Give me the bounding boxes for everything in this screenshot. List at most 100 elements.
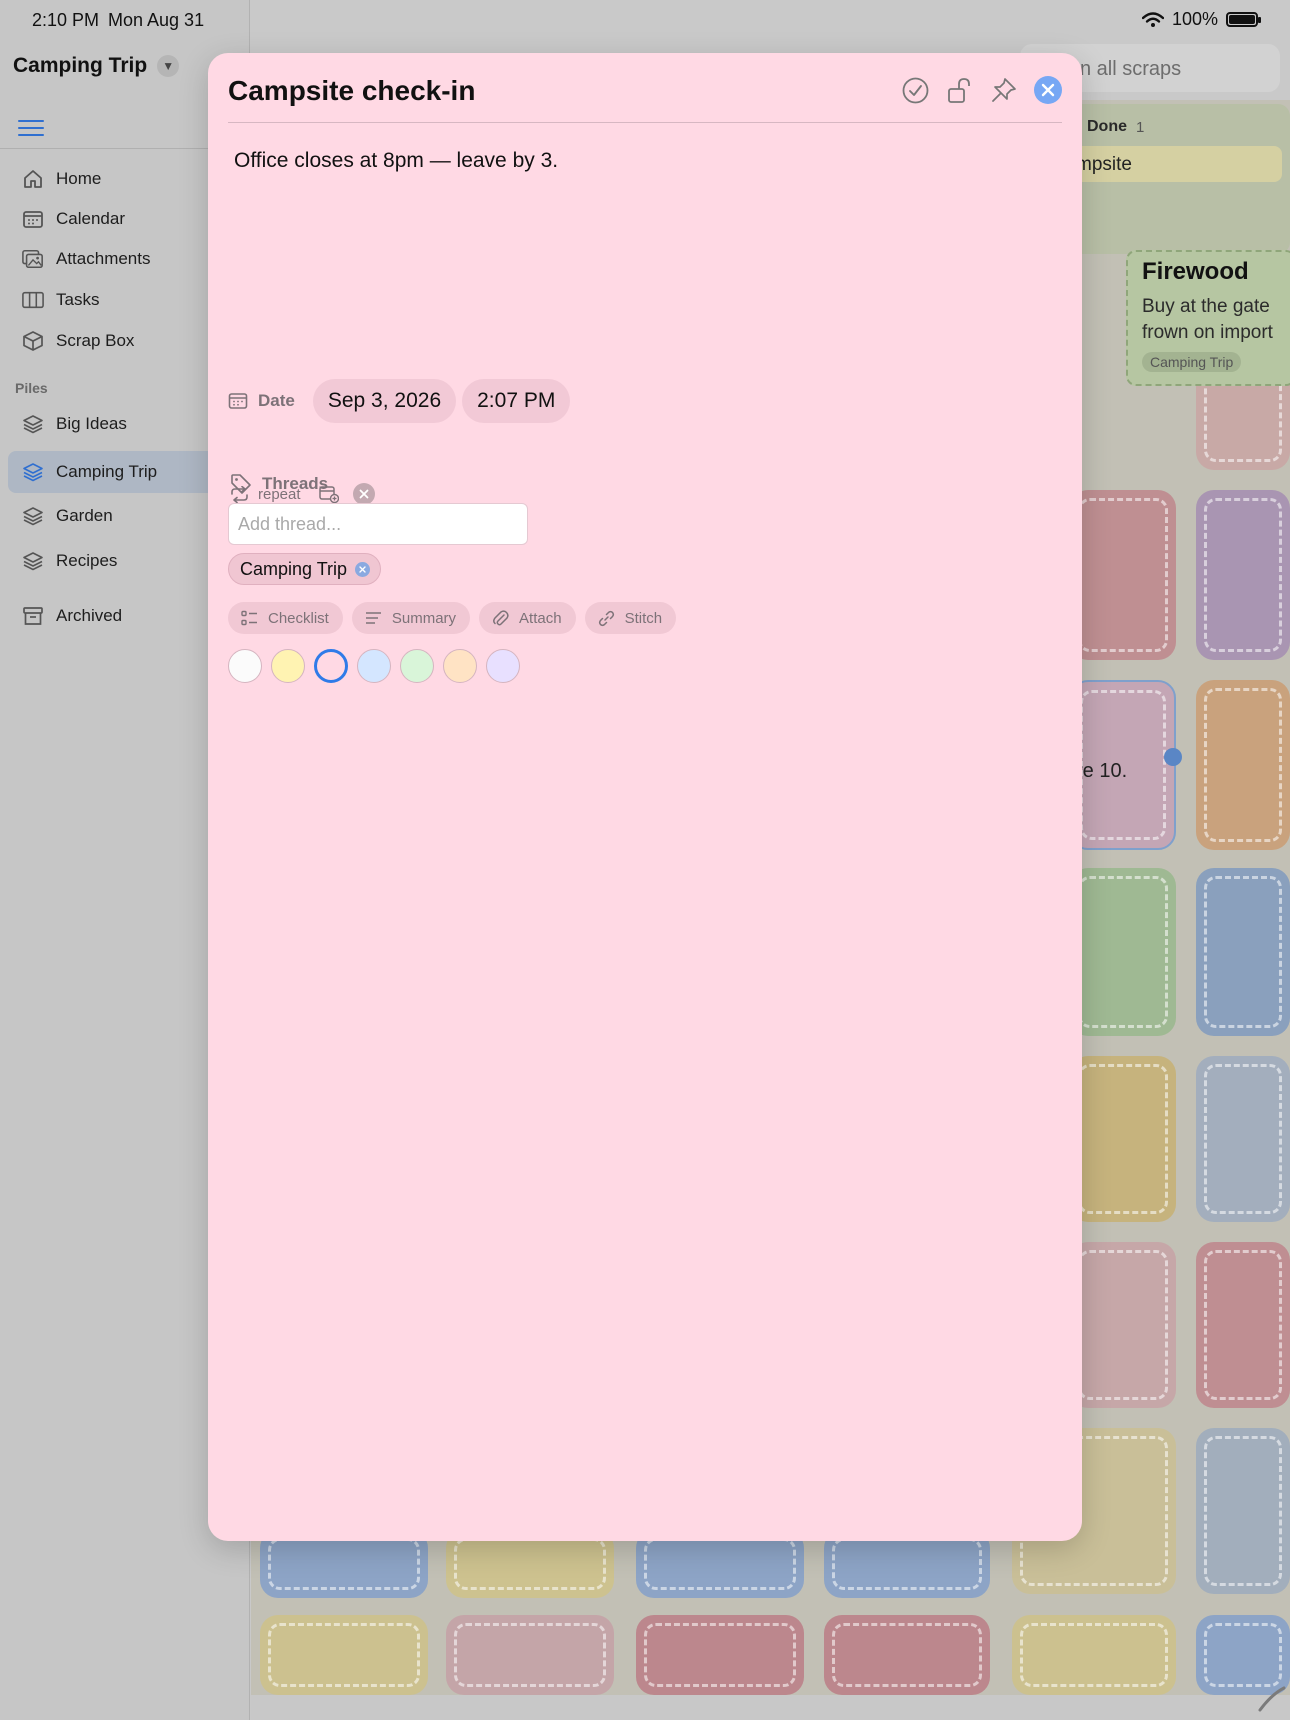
box-icon xyxy=(22,330,44,352)
color-swatch[interactable] xyxy=(486,649,520,683)
color-swatches xyxy=(228,649,520,683)
firewood-thread-tag: Camping Trip xyxy=(1142,352,1242,372)
checklist-button[interactable]: Checklist xyxy=(228,602,343,634)
unlock-icon xyxy=(948,77,970,103)
firewood-line-1: Buy at the gate xyxy=(1142,296,1270,317)
calendar-icon xyxy=(228,393,248,409)
scrap-body-text[interactable]: Office closes at 8pm — leave by 3. xyxy=(234,149,558,173)
scrap-tile[interactable] xyxy=(1196,1428,1290,1594)
sidebar-item-label: Garden xyxy=(56,506,113,525)
scrap-tile[interactable] xyxy=(636,1615,804,1695)
threads-header: Threads xyxy=(230,473,328,495)
done-column-title: Done xyxy=(1087,118,1127,135)
paperclip-icon xyxy=(493,609,509,625)
stitch-button[interactable]: Stitch xyxy=(584,602,677,634)
scrap-tile[interactable] xyxy=(1070,490,1176,660)
color-swatch[interactable] xyxy=(357,649,391,683)
scrap-tile[interactable] xyxy=(1196,1242,1290,1408)
battery-percent: 100% xyxy=(1171,9,1218,29)
status-date: Mon Aug 31 xyxy=(108,10,205,30)
scrap-tile[interactable] xyxy=(1196,1615,1290,1695)
pile-switcher[interactable]: Camping Trip ▼ xyxy=(13,54,180,78)
checklist-label: Checklist xyxy=(268,609,329,627)
pin-button[interactable] xyxy=(990,77,1017,104)
scrap-tile[interactable] xyxy=(824,1615,990,1695)
resize-handle[interactable] xyxy=(1164,748,1182,766)
photos-icon xyxy=(22,248,44,270)
header-divider xyxy=(228,122,1062,123)
checkmark-circle-icon xyxy=(902,77,929,103)
modal-header-actions xyxy=(902,76,1062,104)
firewood-card-body: Buy at the gate frown on import xyxy=(1142,294,1280,346)
scrap-tile[interactable] xyxy=(1012,1615,1176,1695)
status-indicators: 100% xyxy=(1141,9,1261,30)
scrap-title[interactable]: Campsite check-in xyxy=(228,75,475,107)
threads-label: Threads xyxy=(262,474,329,493)
close-icon xyxy=(359,489,368,499)
summary-label: Summary xyxy=(391,609,457,627)
scrap-tile[interactable] xyxy=(1196,680,1290,850)
scrap-tile[interactable] xyxy=(446,1615,614,1695)
color-swatch[interactable] xyxy=(443,649,477,683)
sidebar-item-label: Big Ideas xyxy=(56,414,127,433)
scrap-tile[interactable] xyxy=(1070,1242,1176,1408)
done-column-count: 1 xyxy=(1136,119,1145,136)
sidebar-item-label: Tasks xyxy=(56,290,100,309)
scrap-tile[interactable] xyxy=(1196,490,1290,660)
search-field-text: n all scraps xyxy=(1080,58,1182,80)
date-label: Date xyxy=(258,391,295,410)
close-icon xyxy=(359,565,366,573)
thread-chip-label: Camping Trip xyxy=(240,558,348,579)
color-swatch[interactable] xyxy=(228,649,262,683)
piles-section-header: Piles xyxy=(15,380,48,396)
date-row: Date Sep 3, 2026 2:07 PM xyxy=(228,379,576,423)
date-picker[interactable]: Sep 3, 2026 xyxy=(312,379,457,423)
scrap-tile[interactable] xyxy=(1196,1056,1290,1222)
text-lines-icon xyxy=(365,611,381,624)
sidebar-item-label: Attachments xyxy=(56,249,151,268)
sidebar-item-label: Recipes xyxy=(56,551,118,570)
sidebar-toggle-icon[interactable] xyxy=(18,120,44,136)
archive-box-icon xyxy=(22,605,44,627)
pencil-icon[interactable] xyxy=(1256,1684,1286,1714)
stitch-label: Stitch xyxy=(624,609,663,627)
color-swatch[interactable] xyxy=(314,649,348,683)
scrap-tile[interactable] xyxy=(260,1615,428,1695)
attach-button[interactable]: Attach xyxy=(479,602,576,634)
tools-row: Checklist Summary Attach Stitch xyxy=(228,602,677,634)
done-card[interactable]: mpsite xyxy=(1072,146,1282,182)
time-picker[interactable]: 2:07 PM xyxy=(462,379,571,423)
clear-date-button[interactable] xyxy=(352,483,375,505)
scrap-tile[interactable] xyxy=(1196,868,1290,1036)
tag-icon xyxy=(231,474,251,494)
stack-icon xyxy=(22,461,44,483)
firewood-line-2: frown on import xyxy=(1142,322,1273,343)
lock-button[interactable] xyxy=(946,77,973,104)
thread-chip[interactable]: Camping Trip xyxy=(228,553,382,585)
battery-icon xyxy=(1226,12,1261,27)
stack-icon xyxy=(22,550,44,572)
calendar-icon xyxy=(22,208,44,230)
scrap-editor-modal: Campsite check-in Office closes at 8pm —… xyxy=(208,53,1082,1541)
scrap-tile[interactable] xyxy=(1070,868,1176,1036)
house-icon xyxy=(22,168,44,190)
complete-button[interactable] xyxy=(902,77,929,104)
scrap-tile[interactable] xyxy=(1070,1056,1176,1222)
status-time: 2:10 PM xyxy=(32,10,100,30)
firewood-card-title: Firewood xyxy=(1142,258,1249,285)
color-swatch[interactable] xyxy=(400,649,434,683)
close-icon xyxy=(1041,83,1055,97)
summary-button[interactable]: Summary xyxy=(351,602,471,634)
sidebar-item-label: Calendar xyxy=(56,209,125,228)
pin-icon xyxy=(992,77,1016,102)
chevron-down-icon[interactable]: ▼ xyxy=(157,55,180,77)
sidebar-item-label: Scrap Box xyxy=(56,331,135,350)
add-thread-input[interactable] xyxy=(228,503,528,545)
color-swatch[interactable] xyxy=(271,649,305,683)
remove-thread-button[interactable] xyxy=(355,561,371,577)
close-button[interactable] xyxy=(1034,76,1062,104)
checklist-icon xyxy=(241,610,257,625)
bottom-toolbar xyxy=(251,1695,1290,1720)
sidebar-item-label: Camping Trip xyxy=(56,462,158,481)
firewood-card[interactable]: Firewood Buy at the gate frown on import… xyxy=(1126,250,1290,386)
